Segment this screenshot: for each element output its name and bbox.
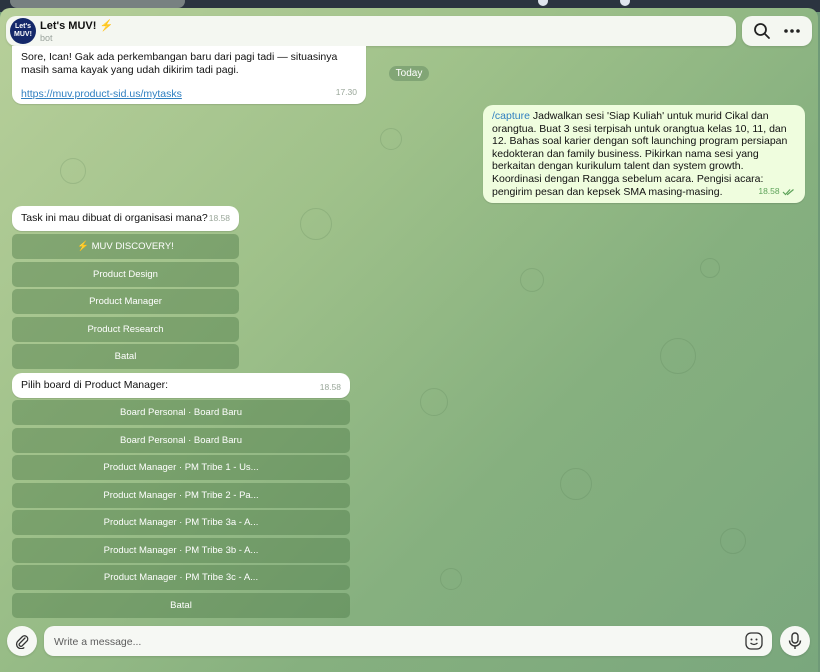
keyboard-button[interactable]: Product Manager · PM Tribe 1 - Us... [12, 455, 350, 480]
message-bubble-incoming: Sore, Ican! Gak ada perkembangan baru da… [12, 46, 366, 104]
keyboard-button[interactable]: Board Personal · Board Baru [12, 400, 350, 425]
keyboard-button[interactable]: Product Design [12, 261, 239, 287]
keyboard-button[interactable]: Product Manager · PM Tribe 3a - A... [12, 510, 350, 535]
message-time: 18.58 [208, 213, 230, 224]
wallpaper-doodle [560, 468, 592, 500]
chat-window: Let's MUV! Let's MUV! ⚡ bot Sore, Ican! … [0, 8, 818, 672]
chat-title: Let's MUV! ⚡ [40, 19, 113, 32]
message-bubble-incoming: Task ini mau dibuat di organisasi mana? … [12, 206, 239, 231]
keyboard-button[interactable]: Product Research [12, 316, 239, 342]
keyboard-button[interactable]: Product Manager · PM Tribe 3b - A... [12, 537, 350, 563]
wallpaper-doodle [720, 528, 746, 554]
keyboard-button[interactable]: Product Manager · PM Tribe 2 - Pa... [12, 482, 350, 508]
lightning-icon: ⚡ [99, 20, 114, 32]
keyboard-button[interactable]: Product Manager · PM Tribe 3c - A... [12, 565, 350, 590]
sticker-icon[interactable] [744, 631, 764, 651]
message-text: Jadwalkan sesi 'Siap Kuliah' untuk murid… [492, 110, 788, 198]
top-strip-dot [538, 0, 548, 6]
keyboard-button[interactable]: ⚡ MUV DISCOVERY! [12, 234, 239, 259]
inline-keyboard-board: Board Personal · Board Baru Board Person… [12, 400, 350, 618]
chat-header[interactable]: Let's MUV! Let's MUV! ⚡ bot [6, 16, 736, 46]
keyboard-button[interactable]: Product Manager [12, 289, 239, 314]
search-icon[interactable] [746, 16, 778, 46]
message-link[interactable]: https://muv.product-sid.us/mytasks [21, 88, 357, 101]
message-text: Pilih board di Product Manager: [21, 379, 169, 391]
top-strip-pill [10, 0, 185, 8]
wallpaper-doodle [60, 158, 86, 184]
wallpaper-doodle [420, 388, 448, 416]
keyboard-button[interactable]: Board Personal · Board Baru [12, 427, 350, 453]
keyboard-button-cancel[interactable]: Batal [12, 344, 239, 369]
more-vertical-icon[interactable] [776, 16, 808, 46]
header-actions [742, 16, 812, 46]
message-input[interactable] [52, 632, 736, 652]
chat-title-text: Let's MUV! [40, 20, 97, 32]
chat-subtitle: bot [40, 33, 53, 43]
message-text: Sore, Ican! Gak ada perkembangan baru da… [21, 51, 338, 76]
command-link[interactable]: /capture [492, 110, 530, 122]
avatar[interactable]: Let's MUV! [10, 18, 36, 44]
message-bubble-incoming: Pilih board di Product Manager: 18.58 [12, 373, 350, 398]
message-composer [44, 626, 772, 656]
message-time: 18.58 [319, 382, 341, 393]
wallpaper-doodle [440, 568, 462, 590]
message-text: Task ini mau dibuat di organisasi mana? [21, 212, 208, 224]
microphone-icon[interactable] [780, 626, 810, 656]
wallpaper-doodle [300, 208, 332, 240]
paperclip-icon[interactable] [7, 626, 37, 656]
inline-keyboard-organization: ⚡ MUV DISCOVERY! Product Design Product … [12, 234, 239, 369]
message-time: 17.30 [335, 87, 357, 98]
message-bubble-outgoing: /capture Jadwalkan sesi 'Siap Kuliah' un… [483, 105, 805, 203]
wallpaper-doodle [660, 338, 696, 374]
date-separator: Today [389, 66, 429, 81]
double-check-icon [782, 189, 794, 196]
top-strip-dot [620, 0, 630, 6]
wallpaper-doodle [700, 258, 720, 278]
message-time: 18.58 [758, 185, 795, 198]
keyboard-button-cancel[interactable]: Batal [12, 592, 350, 618]
wallpaper-doodle [380, 128, 402, 150]
wallpaper-doodle [520, 268, 544, 292]
